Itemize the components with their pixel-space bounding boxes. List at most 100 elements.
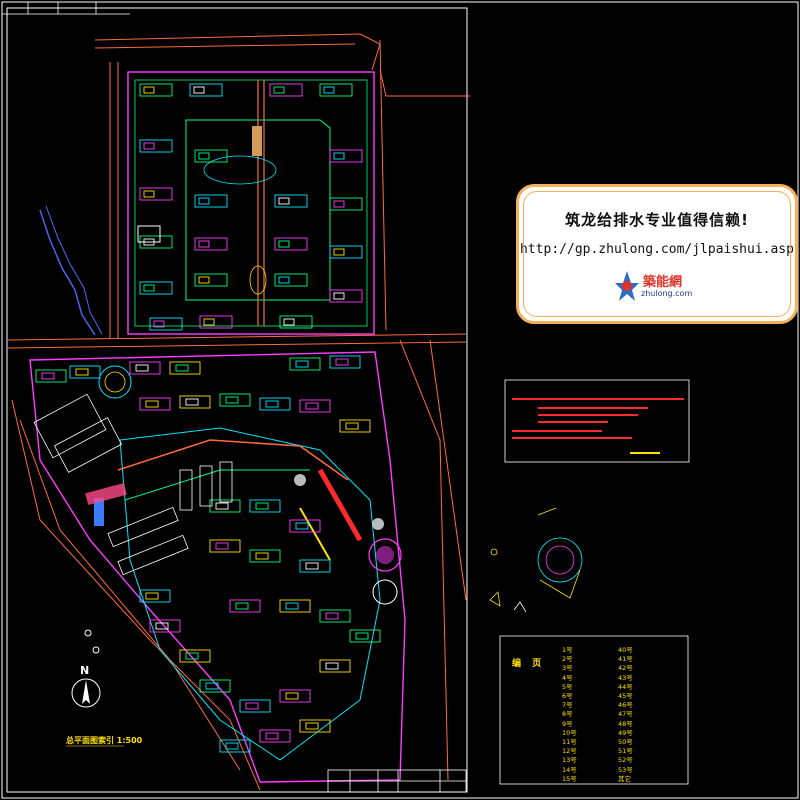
watermark-url[interactable]: http://gp.zhulong.com/jlpaishui.asp: [519, 242, 795, 257]
site-marker: [92, 646, 100, 654]
building-footprint: [319, 659, 351, 673]
building-footprint: [139, 187, 173, 201]
building-footprint: [279, 689, 311, 703]
building-footprint: [194, 237, 228, 251]
building-footprint: [189, 83, 223, 97]
building-footprint: [225, 396, 239, 404]
building-footprint: [295, 360, 309, 368]
building-footprint: [135, 364, 149, 372]
building-footprint: [199, 679, 231, 693]
building-footprint: [194, 194, 228, 208]
building-footprint: [259, 397, 291, 411]
building-footprint: [329, 355, 361, 369]
river: [45, 205, 103, 335]
building-footprint: [203, 318, 215, 326]
building-footprint: [305, 722, 319, 730]
north-block: [127, 71, 375, 335]
building-footprint: [139, 589, 171, 603]
building-footprint: [219, 393, 251, 407]
south-block: [29, 351, 406, 783]
building-footprint: [225, 742, 239, 750]
pink-building: [85, 483, 127, 505]
north-label: N: [80, 664, 90, 677]
building-footprint: [193, 86, 205, 94]
building-footprint: [198, 197, 210, 205]
building-footprint: [319, 609, 351, 623]
building-footprint: [279, 599, 311, 613]
logo-domain: zhulong.com: [641, 289, 693, 298]
building-footprint: [229, 599, 261, 613]
building-footprint: [143, 284, 155, 292]
building-footprint: [329, 197, 363, 211]
building-footprint: [278, 240, 290, 248]
building-footprint: [209, 539, 241, 553]
building-footprint: [299, 399, 331, 413]
building-footprint: [325, 612, 339, 620]
building-footprint: [273, 86, 285, 94]
building-footprint: [329, 289, 363, 303]
building-footprint: [274, 237, 308, 251]
building-footprint: [333, 152, 345, 160]
building-footprint: [175, 364, 189, 372]
north-arrow: [71, 678, 101, 708]
building-footprint: [325, 662, 339, 670]
building-footprint: [143, 142, 155, 150]
building-footprint: [329, 149, 363, 163]
building-footprint: [249, 499, 281, 513]
site-marker: [84, 629, 92, 637]
road-network: [7, 33, 470, 791]
building-footprint: [278, 276, 290, 284]
building-footprint: [274, 273, 308, 287]
building-footprint: [185, 398, 199, 406]
logo-name: 築能網: [643, 275, 683, 290]
building-footprint: [239, 699, 271, 713]
notes-lines: [512, 398, 688, 458]
building-footprint: [265, 400, 279, 408]
building-footprint: [143, 190, 155, 198]
zhulong-logo: 築能網 zhulong.com: [613, 269, 709, 305]
building-footprint: [259, 729, 291, 743]
building-footprint: [169, 361, 201, 375]
building-footprint: [198, 276, 210, 284]
building-footprint: [194, 273, 228, 287]
star-logo-icon: [615, 271, 639, 301]
building-footprint: [305, 562, 319, 570]
building-footprint: [194, 149, 228, 163]
building-footprint: [145, 400, 159, 408]
building: [137, 225, 161, 243]
building-footprint: [145, 592, 159, 600]
building-footprint: [289, 519, 321, 533]
legend-entry-left: 15号: [562, 774, 577, 783]
building-footprint: [149, 317, 183, 331]
building-footprint: [249, 549, 281, 563]
watermark-title: 筑龙给排水专业值得信赖!: [565, 211, 749, 229]
building-footprint: [278, 197, 290, 205]
plan-scale-label: 总平面图索引 1:500: [66, 736, 143, 745]
building-footprint: [69, 365, 101, 379]
building-footprint: [289, 357, 321, 371]
building-footprint: [41, 372, 55, 380]
building-footprint: [299, 559, 331, 573]
building-footprint: [139, 397, 171, 411]
building-footprint: [333, 248, 345, 256]
building-footprint: [255, 552, 269, 560]
building-footprint: [75, 368, 89, 376]
watermark-banner: 筑龙给排水专业值得信赖! http://gp.zhulong.com/jlpai…: [516, 184, 798, 324]
building-footprint: [339, 419, 371, 433]
building-footprint: [179, 395, 211, 409]
building-footprint: [265, 732, 279, 740]
building-footprint: [198, 240, 210, 248]
building-footprint: [269, 83, 303, 97]
building-footprint: [323, 86, 335, 94]
building-footprint: [129, 361, 161, 375]
building-footprint: [333, 292, 345, 300]
title-block: [327, 769, 467, 793]
building-footprint: [143, 86, 155, 94]
building-footprint: [255, 502, 269, 510]
river: [39, 209, 96, 336]
building-footprint: [35, 369, 67, 383]
building-footprint: [235, 602, 249, 610]
building-footprint: [285, 692, 299, 700]
building-footprint: [198, 152, 210, 160]
building-footprint: [349, 629, 381, 643]
